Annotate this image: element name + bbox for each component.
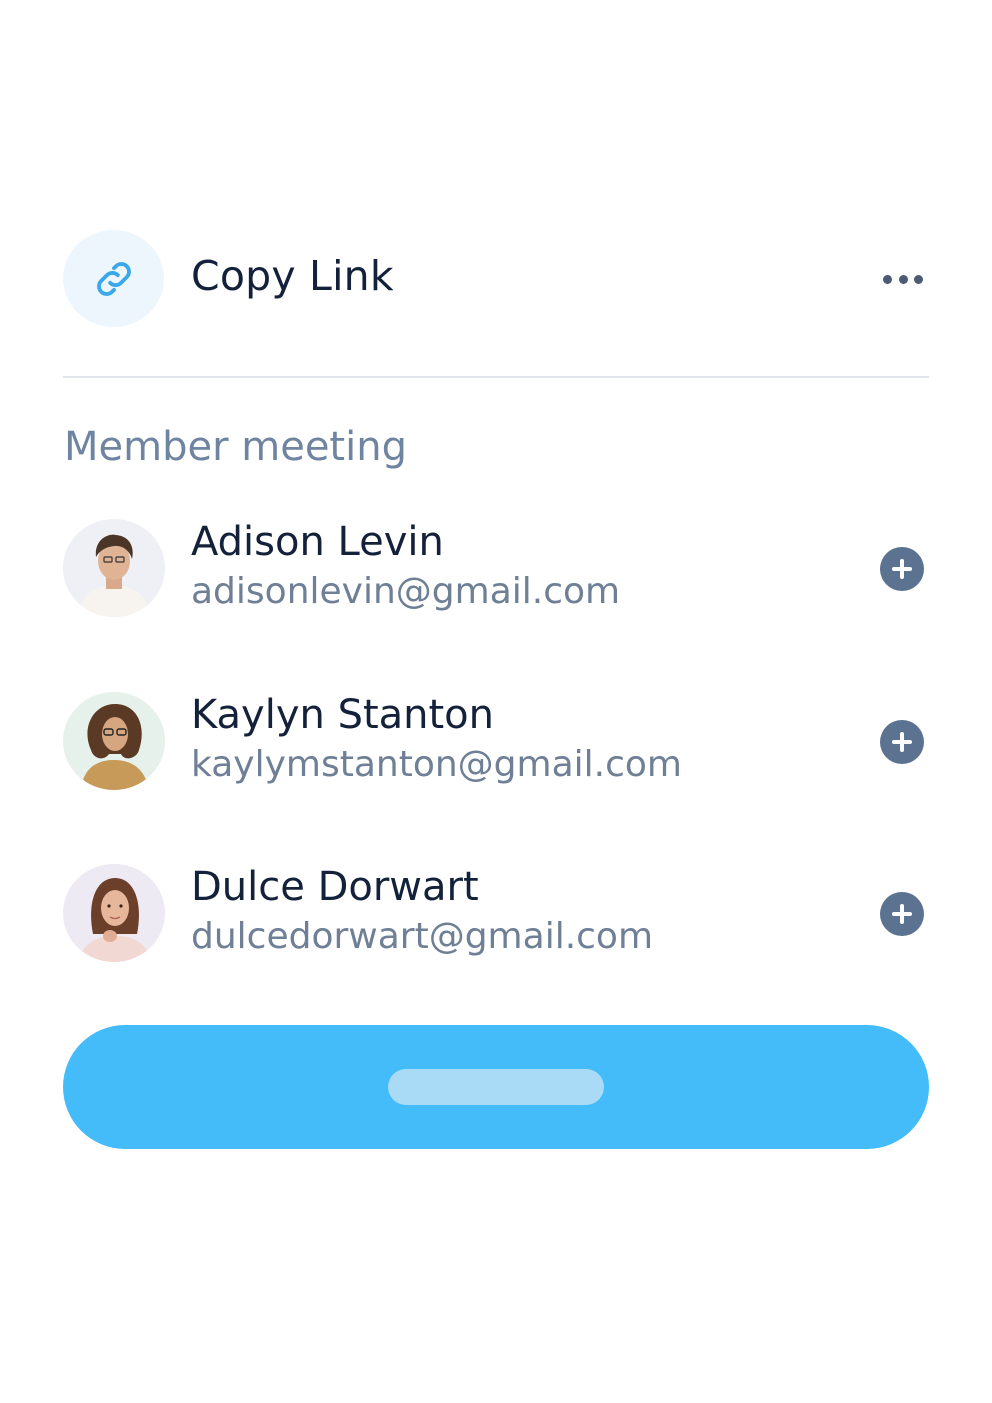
primary-button[interactable] <box>63 1025 929 1149</box>
section-title: Member meeting <box>64 424 407 470</box>
copy-link-row[interactable]: Copy Link <box>63 230 929 328</box>
member-email: dulcedorwart@gmail.com <box>191 916 654 957</box>
divider <box>63 376 929 378</box>
member-email: adisonlevin@gmail.com <box>191 571 621 612</box>
plus-circle-icon[interactable] <box>880 547 924 591</box>
avatar <box>63 864 165 962</box>
member-name: Adison Levin <box>191 519 444 565</box>
link-icon <box>63 230 164 327</box>
more-horizontal-icon[interactable] <box>883 275 923 287</box>
member-email: kaylymstanton@gmail.com <box>191 744 682 785</box>
plus-circle-icon[interactable] <box>880 720 924 764</box>
avatar <box>63 519 165 617</box>
member-item: Adison Levin adisonlevin@gmail.com <box>63 519 929 619</box>
member-item: Kaylyn Stanton kaylymstanton@gmail.com <box>63 692 929 792</box>
plus-circle-icon[interactable] <box>880 892 924 936</box>
copy-link-label[interactable]: Copy Link <box>191 252 394 300</box>
avatar <box>63 692 165 790</box>
member-name: Dulce Dorwart <box>191 864 479 910</box>
button-label-placeholder <box>388 1069 604 1105</box>
member-name: Kaylyn Stanton <box>191 692 495 738</box>
member-item: Dulce Dorwart dulcedorwart@gmail.com <box>63 864 929 964</box>
